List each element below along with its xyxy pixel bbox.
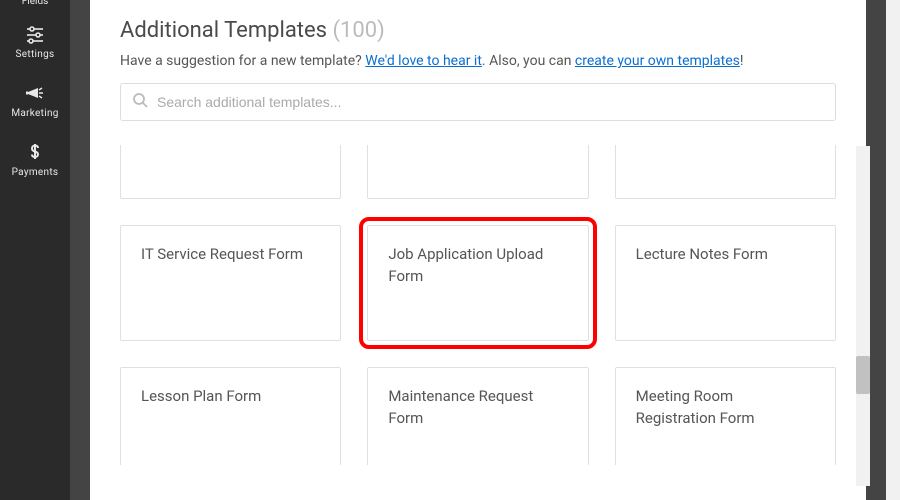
template-card-title: Lesson Plan Form: [141, 386, 320, 408]
template-grid: Feedback Form Form IT Service Request Form…: [120, 145, 836, 465]
dollar-icon: [28, 143, 42, 163]
templates-panel: Additional Templates (100) Have a sugges…: [90, 0, 866, 500]
template-card-title: Job Application Upload Form: [388, 244, 567, 288]
template-card[interactable]: Lesson Plan Form: [120, 367, 341, 465]
heading-text: Additional Templates: [120, 18, 327, 43]
template-card-title: Lecture Notes Form: [636, 244, 815, 266]
search-icon: [132, 92, 148, 112]
sidebar-item-payments[interactable]: Payments: [0, 131, 70, 190]
sidebar-item-label: Settings: [16, 49, 55, 60]
panel-subtext: Have a suggestion for a new template? We…: [120, 53, 836, 69]
template-card-title: IT Service Request Form: [141, 244, 320, 266]
sidebar-item-label: Marketing: [11, 108, 58, 119]
suggestion-link[interactable]: We'd love to hear it: [365, 53, 482, 69]
template-card[interactable]: Job Application Upload Form: [367, 225, 588, 341]
template-card[interactable]: [615, 145, 836, 199]
search-wrap: [120, 83, 836, 121]
outer-scrollbar[interactable]: [886, 0, 900, 500]
sidebar-item-fields-label: Fields: [0, 0, 70, 13]
template-card[interactable]: IT Service Request Form: [120, 225, 341, 341]
inner-scrollbar-track[interactable]: [856, 146, 870, 486]
sidebar-item-marketing[interactable]: Marketing: [0, 72, 70, 131]
panel-heading: Additional Templates (100): [120, 18, 836, 43]
create-own-link[interactable]: create your own templates: [575, 53, 740, 69]
heading-count: (100): [332, 18, 384, 43]
template-card[interactable]: Meeting Room Registration Form: [615, 367, 836, 465]
template-card[interactable]: Feedback Form: [120, 145, 341, 199]
sliders-icon: [25, 25, 45, 45]
inner-scrollbar-thumb[interactable]: [856, 356, 870, 394]
search-input[interactable]: [120, 83, 836, 121]
sidebar: Fields Settings Marketing: [0, 0, 70, 500]
template-card[interactable]: Maintenance Request Form: [367, 367, 588, 465]
template-card[interactable]: Lecture Notes Form: [615, 225, 836, 341]
template-card-title: Maintenance Request Form: [388, 386, 567, 430]
sidebar-item-settings[interactable]: Settings: [0, 13, 70, 72]
main-area: Additional Templates (100) Have a sugges…: [70, 0, 886, 500]
template-card-title: Meeting Room Registration Form: [636, 386, 815, 430]
sidebar-item-label: Payments: [12, 167, 59, 178]
template-card[interactable]: Form: [367, 145, 588, 199]
megaphone-icon: [25, 84, 45, 104]
